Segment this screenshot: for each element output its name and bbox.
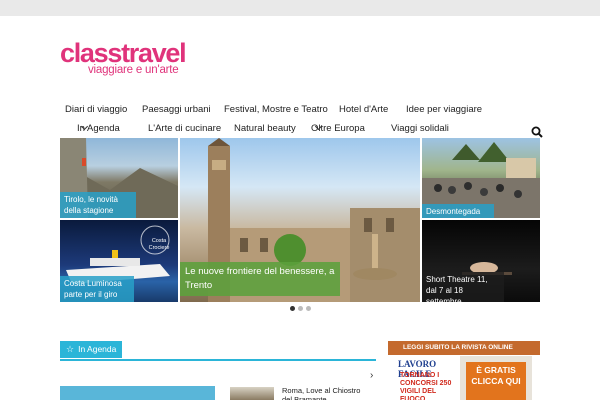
- section-header: ☆ In Agenda: [60, 341, 376, 361]
- nav-item-oltre-europa[interactable]: Oltre Europa: [311, 122, 365, 134]
- slide-trento[interactable]: Le nuove frontiere del benessere, a Tren…: [180, 138, 420, 302]
- nav-item-natural-beauty[interactable]: Natural beauty: [234, 123, 296, 134]
- slider-dot-2[interactable]: [298, 306, 303, 311]
- chevron-right-icon[interactable]: ›: [370, 370, 373, 381]
- nav-item-festival[interactable]: Festival, Mostre e Teatro: [224, 104, 328, 115]
- slider-dot-3[interactable]: [306, 306, 311, 311]
- nav-item-idee[interactable]: Idee per viaggiare: [406, 104, 482, 115]
- slide-caption: Le nuove frontiere del benessere, a Tren…: [180, 262, 340, 296]
- slider-pagination: [286, 306, 316, 312]
- cover-left-panel: LAVORO FACILE TORNANO I CONCORSI 250 VIG…: [396, 356, 460, 400]
- logo-wordmark: classtravel: [60, 38, 187, 68]
- section-tag[interactable]: ☆ In Agenda: [60, 341, 123, 358]
- nav-item-viaggi-solidali[interactable]: Viaggi solidali: [391, 123, 449, 134]
- star-icon: ☆: [66, 344, 75, 354]
- magazine-cover[interactable]: LAVORO FACILE TORNANO I CONCORSI 250 VIG…: [396, 356, 532, 400]
- slide-caption: Costa Luminosa parte per il giro del mon…: [60, 276, 134, 302]
- logo-tagline: viaggiare e un'arte: [88, 64, 179, 76]
- nav-item-paesaggi[interactable]: Paesaggi urbani: [142, 104, 211, 115]
- nav-item-diari[interactable]: Diari di viaggio: [65, 104, 127, 115]
- nav-row-1: Diari di viaggio Paesaggi urbani Festiva…: [60, 104, 540, 120]
- slide-desmontegada[interactable]: Desmontegada 2016: [422, 138, 540, 218]
- top-bar: [0, 0, 600, 16]
- nav-row-2: In Agenda L'Arte di cucinare Natural bea…: [60, 122, 540, 139]
- nav-item-hotel[interactable]: Hotel d'Arte: [339, 104, 388, 115]
- site-logo[interactable]: classtravel viaggiare e un'arte: [60, 40, 240, 82]
- nav-item-in-agenda[interactable]: In Agenda: [77, 122, 120, 134]
- slide-tirolo[interactable]: Tirolo, le novità della stagione inverna…: [60, 138, 178, 218]
- cta-badge[interactable]: È GRATIS CLICCA QUI: [466, 362, 526, 400]
- featured-slider: Tirolo, le novità della stagione inverna…: [60, 138, 540, 302]
- nav-item-arte-cucinare[interactable]: L'Arte di cucinare: [148, 123, 221, 134]
- costa-logo-text: Costa Crociere: [148, 238, 170, 251]
- slider-dot-1[interactable]: [290, 306, 295, 311]
- search-icon[interactable]: [531, 126, 543, 138]
- article-thumbnail[interactable]: [230, 387, 274, 400]
- slide-caption: Desmontegada 2016: [422, 204, 494, 218]
- cover-headline: TORNANO I CONCORSI 250 VIGILI DEL FUOCO: [400, 372, 452, 400]
- featured-article-image[interactable]: [60, 386, 215, 400]
- slide-short-theatre[interactable]: Short Theatre 11, dal 7 al 18 settembre: [422, 220, 540, 302]
- widget-heading: LEGGI SUBITO LA RIVISTA ONLINE: [388, 341, 540, 355]
- slide-costa[interactable]: Costa Crociere Costa Luminosa parte per …: [60, 220, 178, 302]
- slide-caption: Tirolo, le novità della stagione inverna…: [60, 192, 136, 218]
- slide-caption: Short Theatre 11, dal 7 al 18 settembre: [422, 272, 504, 302]
- section-tag-label: In Agenda: [78, 344, 117, 354]
- article-title[interactable]: Roma, Love al Chiostro del Bramante: [282, 386, 372, 400]
